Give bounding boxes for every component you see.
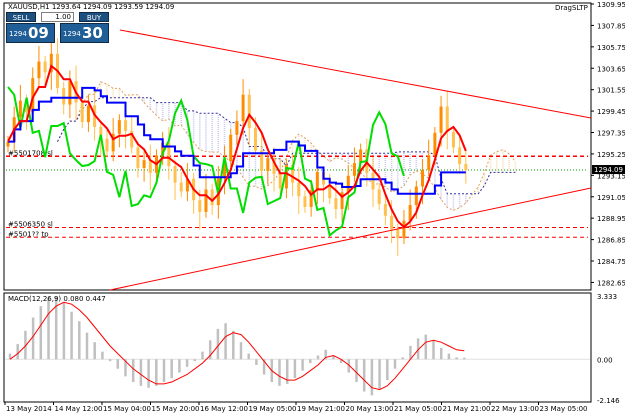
candle-body: [396, 229, 400, 239]
price-axis-label: 1297.35: [597, 130, 625, 138]
candle-body: [445, 106, 449, 132]
candle-body: [346, 175, 350, 193]
price-axis-label: 1291.05: [597, 194, 625, 202]
candle-body: [402, 220, 406, 239]
candle-body: [451, 131, 455, 148]
candle-body: [439, 106, 443, 133]
sell-button[interactable]: SELL: [6, 12, 36, 22]
candle-body: [253, 127, 257, 151]
time-axis-label: 20 May 13:00: [346, 405, 394, 413]
price-axis-label: 1295.25: [597, 151, 625, 159]
price-axis-label: 1286.85: [597, 237, 625, 245]
candle-body: [241, 94, 245, 122]
candle-body: [198, 200, 202, 212]
candle-body: [173, 166, 177, 183]
candle-body: [464, 164, 468, 171]
bid-price-small: 1294: [9, 30, 27, 38]
candle-body: [377, 189, 381, 205]
buy-button[interactable]: BUY: [79, 12, 109, 22]
candle-body: [204, 189, 208, 212]
indicator-label: DragSLTP: [555, 4, 588, 12]
candle-body: [297, 182, 301, 197]
candle-body: [371, 172, 375, 190]
candle-body: [105, 138, 109, 152]
current-price-label: 1294.09: [594, 166, 623, 174]
candle-body: [390, 215, 394, 230]
macd-frame: [3, 292, 592, 403]
ask-price-box[interactable]: 1294 30: [60, 23, 109, 43]
time-axis-label: 15 May 04:00: [103, 405, 151, 413]
time-axis-label: 14 May 12:00: [55, 405, 103, 413]
price-axis-label: 1305.75: [597, 44, 625, 52]
time-axis-label: 15 May 20:00: [152, 405, 200, 413]
candle-body: [414, 186, 418, 206]
time-axis-label: 19 May 05:00: [249, 405, 297, 413]
price-axis-label: 1288.95: [597, 215, 625, 223]
price-axis-label: 1299.45: [597, 108, 625, 116]
candle-body: [210, 189, 214, 206]
macd-axis-label: -2.146: [597, 397, 620, 405]
candle-body: [352, 163, 356, 176]
time-axis-label: 23 May 05:00: [540, 405, 588, 413]
price-axis-label: 1282.65: [597, 279, 625, 287]
candle-body: [68, 81, 72, 105]
candle-body: [18, 100, 22, 118]
candle-body: [303, 196, 307, 208]
macd-axis-label: 3.333: [597, 293, 617, 301]
order-label: #5501?? tp: [8, 230, 49, 238]
candle-body: [136, 147, 140, 168]
candle-body: [433, 132, 437, 156]
candle-body: [427, 155, 431, 170]
ask-price-big: 30: [82, 24, 103, 42]
price-axis-label: 1284.75: [597, 258, 625, 266]
symbol-title: XAUUSD,H1 1293.64 1294.09 1293.59 1294.0…: [8, 3, 174, 11]
candle-body: [142, 160, 146, 168]
candle-body: [235, 121, 239, 135]
time-axis-label: 16 May 12:00: [200, 405, 248, 413]
ask-price-small: 1294: [63, 30, 81, 38]
candle-body: [278, 173, 282, 189]
candle-body: [421, 169, 425, 187]
candle-body: [43, 61, 47, 73]
candle-body: [124, 120, 128, 131]
candle-body: [179, 182, 183, 192]
price-axis-label: 1309.95: [597, 1, 625, 9]
time-axis-label: 13 May 2014: [6, 405, 52, 413]
time-axis-label: 21 May 05:00: [394, 405, 442, 413]
time-axis-label: 19 May 21:00: [297, 405, 345, 413]
price-axis-label: 1307.85: [597, 22, 625, 30]
time-axis-label: 22 May 13:00: [491, 405, 539, 413]
candle-body: [383, 204, 387, 216]
candle-body: [334, 198, 338, 209]
one-click-trade-panel: SELL 1.00 BUY 1294 09 1294 30: [6, 12, 109, 43]
candle-body: [266, 158, 270, 171]
candle-body: [229, 134, 233, 162]
order-label: #5506350 sl: [8, 220, 53, 228]
candle-body: [247, 94, 251, 128]
macd-axis-label: 0.00: [597, 356, 613, 364]
candle-body: [86, 105, 90, 123]
chart-canvas: #5501708 sl#5506350 sl#5501?? tp 1309.95…: [3, 1, 625, 413]
candle-body: [458, 147, 462, 165]
candle-body: [62, 87, 66, 105]
lot-size-input[interactable]: 1.00: [41, 12, 74, 22]
macd-label: MACD(12,26,9) 0.080 0.447: [8, 295, 106, 303]
bid-price-big: 09: [28, 24, 49, 42]
candle-body: [315, 171, 319, 191]
price-axis-label: 1301.55: [597, 87, 625, 95]
candle-body: [37, 61, 41, 79]
candle-body: [117, 120, 121, 134]
time-axis-label: 21 May 21:00: [443, 405, 491, 413]
candle-body: [148, 160, 152, 173]
candle-body: [80, 102, 84, 123]
bid-price-box[interactable]: 1294 09: [6, 23, 55, 43]
price-axis-label: 1303.65: [597, 65, 625, 73]
